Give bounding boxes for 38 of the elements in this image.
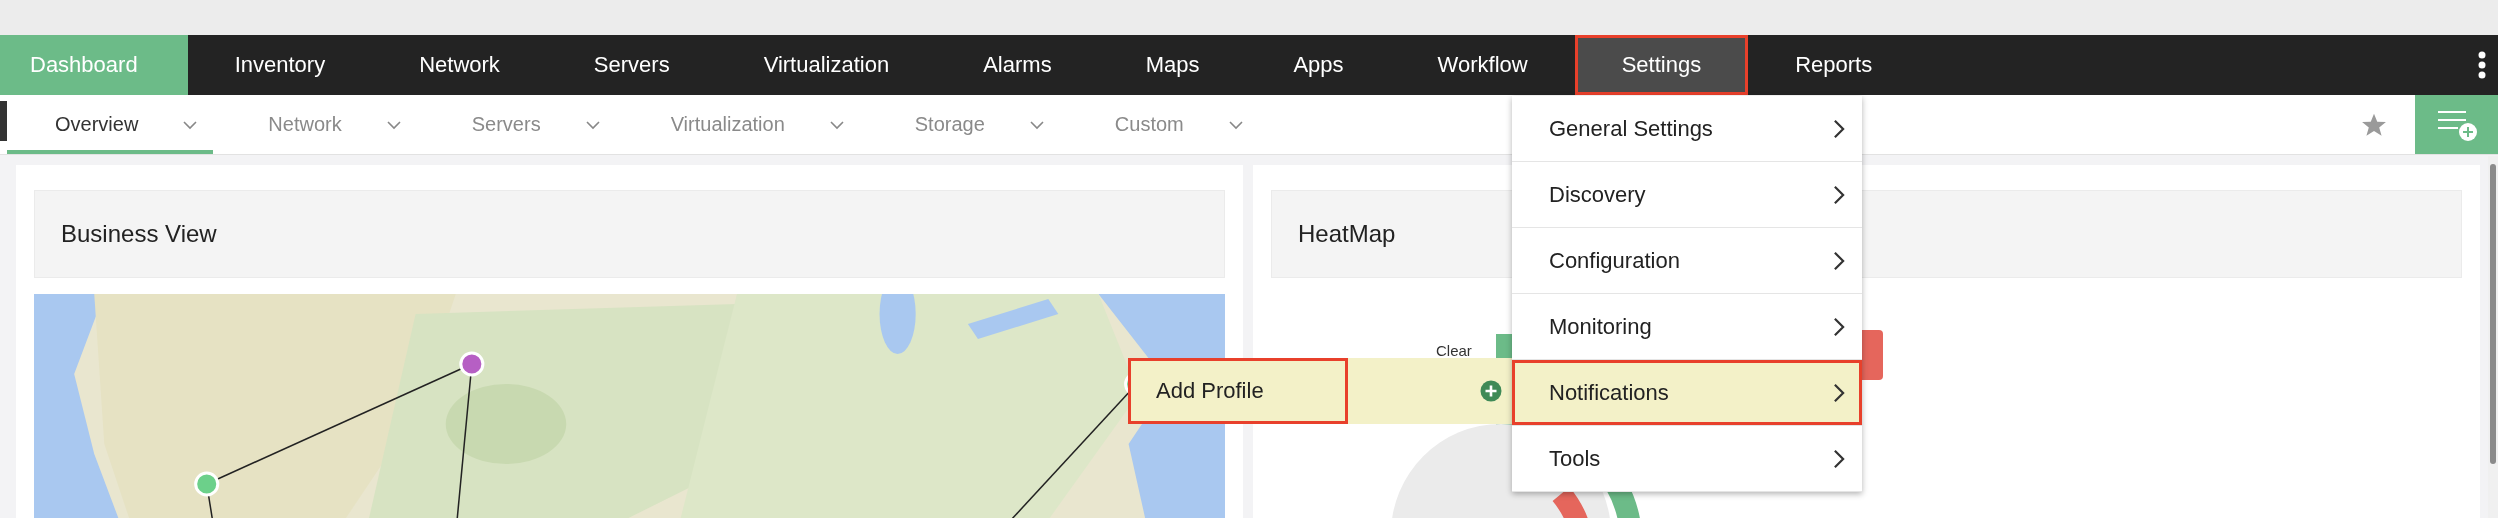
sub-tab[interactable]: Overview xyxy=(7,95,214,154)
tab-label: Overview xyxy=(55,113,139,136)
nav-tab[interactable]: Servers xyxy=(546,35,717,95)
menu-item[interactable]: Notifications xyxy=(1512,360,1862,426)
sub-tab[interactable]: Custom xyxy=(1059,95,1259,154)
menu-label: General Settings xyxy=(1549,115,1713,142)
menu-item[interactable]: General Settings xyxy=(1512,96,1862,162)
card-title: Business View xyxy=(34,190,1225,278)
nav-tab[interactable]: Maps xyxy=(1098,35,1247,95)
nav-tab[interactable]: Reports xyxy=(1748,35,1920,95)
scrollbar[interactable] xyxy=(2488,156,2498,518)
submenu-item[interactable]: Add Profile xyxy=(1128,358,1348,424)
more-icon[interactable] xyxy=(2478,51,2486,79)
menu-item[interactable]: Monitoring xyxy=(1512,294,1862,360)
tab-label: Virtualization xyxy=(670,113,785,136)
menu-label: Monitoring xyxy=(1549,313,1652,340)
nav-tab[interactable]: Virtualization xyxy=(716,35,937,95)
tab-label: Network xyxy=(268,113,342,136)
menu-item[interactable]: Discovery xyxy=(1512,162,1862,228)
tab-label: Storage xyxy=(914,113,985,136)
legend-label: Clear xyxy=(1436,342,1472,359)
add-icon[interactable] xyxy=(1480,380,1502,402)
menu-label: Tools xyxy=(1549,445,1601,472)
menu-label: Notifications xyxy=(1549,379,1669,406)
nav-tab[interactable]: Apps xyxy=(1246,35,1391,95)
menu-item[interactable]: Configuration xyxy=(1512,228,1862,294)
tab-label: Servers xyxy=(471,113,541,136)
add-widget-button[interactable] xyxy=(2415,95,2498,154)
nav-tab[interactable]: Alarms xyxy=(936,35,1099,95)
nav-tab[interactable]: Inventory xyxy=(187,35,373,95)
tab-label: Custom xyxy=(1114,113,1184,136)
nav-tab[interactable]: Workflow xyxy=(1390,35,1575,95)
menu-item[interactable]: Tools xyxy=(1512,426,1862,492)
sub-tab[interactable]: Storage xyxy=(859,95,1060,154)
sidebar-handle[interactable] xyxy=(0,101,7,141)
nav-tab[interactable]: Settings xyxy=(1574,35,1749,95)
menu-label: Configuration xyxy=(1549,247,1680,274)
nav-tab[interactable]: Network xyxy=(372,35,547,95)
